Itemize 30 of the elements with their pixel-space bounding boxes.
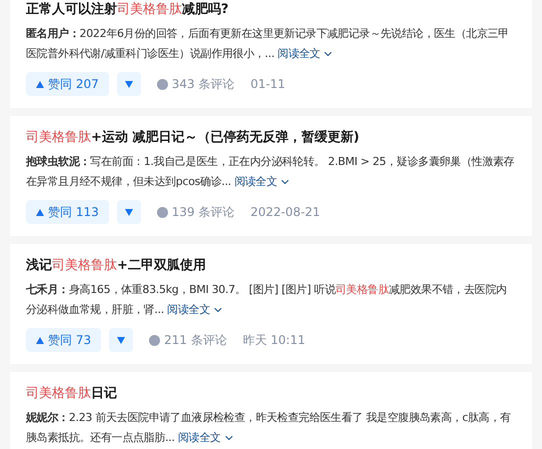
comment-bubble-icon (156, 78, 168, 90)
downvote-button[interactable] (116, 72, 141, 96)
down-triangle-icon (124, 80, 133, 88)
card-title[interactable]: 司美格鲁肽+运动 减肥日记～（已停药无反弹，暂缓更新) (26, 128, 516, 148)
post-date: 01-11 (250, 76, 286, 93)
down-triangle-icon (124, 208, 133, 216)
read-more-link[interactable]: 阅读全文 (234, 172, 292, 192)
post-date: 昨天 10:11 (242, 332, 306, 349)
upvote-button[interactable]: 赞同 73 (26, 328, 102, 352)
up-triangle-icon (36, 80, 44, 88)
answer-excerpt: 匿名用户：2022年6月份的回答，后面有更新在这里更新记录下减肥记录～先说结论，医生（北京三甲医院普外科代谢/减重科门诊医生）说副作用很小，... 阅读全文 (26, 24, 516, 64)
up-triangle-icon (36, 336, 44, 344)
downvote-button[interactable] (116, 200, 141, 224)
card-title[interactable]: 正常人可以注射司美格鲁肽减肥吗? (26, 0, 516, 20)
card-title[interactable]: 浅记司美格鲁肽+二甲双胍使用 (26, 256, 516, 276)
read-more-link[interactable]: 阅读全文 (167, 300, 224, 320)
upvote-button[interactable]: 赞同 113 (26, 200, 109, 224)
answer-excerpt: 七禾月：身高165，体重83.5kg，BMI 30.7。 [图片] [图片] 听说司美格鲁肽减肥效果不错，去医院内分泌科做血常规，肝脏，肾... 阅读全文 (26, 280, 516, 320)
down-triangle-icon (117, 336, 126, 344)
downvote-button[interactable] (109, 328, 134, 352)
comment-bubble-icon (149, 334, 160, 346)
answer-excerpt: 妮妮尔：2.23 前天去医院申请了血液尿检检查，昨天检查完给医生看了 我是空腹胰岛素高，c肽高，有胰岛素抵抗。还有一点点脂肪... 阅读全文 (26, 408, 516, 448)
read-more-link[interactable]: 阅读全文 (278, 44, 334, 64)
read-more-link[interactable]: 阅读全文 (178, 428, 235, 448)
up-triangle-icon (36, 208, 44, 216)
post-date: 2022-08-21 (250, 204, 320, 221)
upvote-button[interactable]: 赞同 207 (26, 72, 109, 96)
answer-excerpt: 抱球虫软泥：写在前面：1.我自己是医生，正在内分泌科轮转。 2.BMI > 25，疑诊多囊卵巢（性激素存在异常且月经不规律，但未达到pcos确诊... 阅读全文 (26, 152, 516, 192)
card-title[interactable]: 司美格鲁肽日记 (26, 384, 516, 404)
comment-bubble-icon (156, 206, 168, 218)
